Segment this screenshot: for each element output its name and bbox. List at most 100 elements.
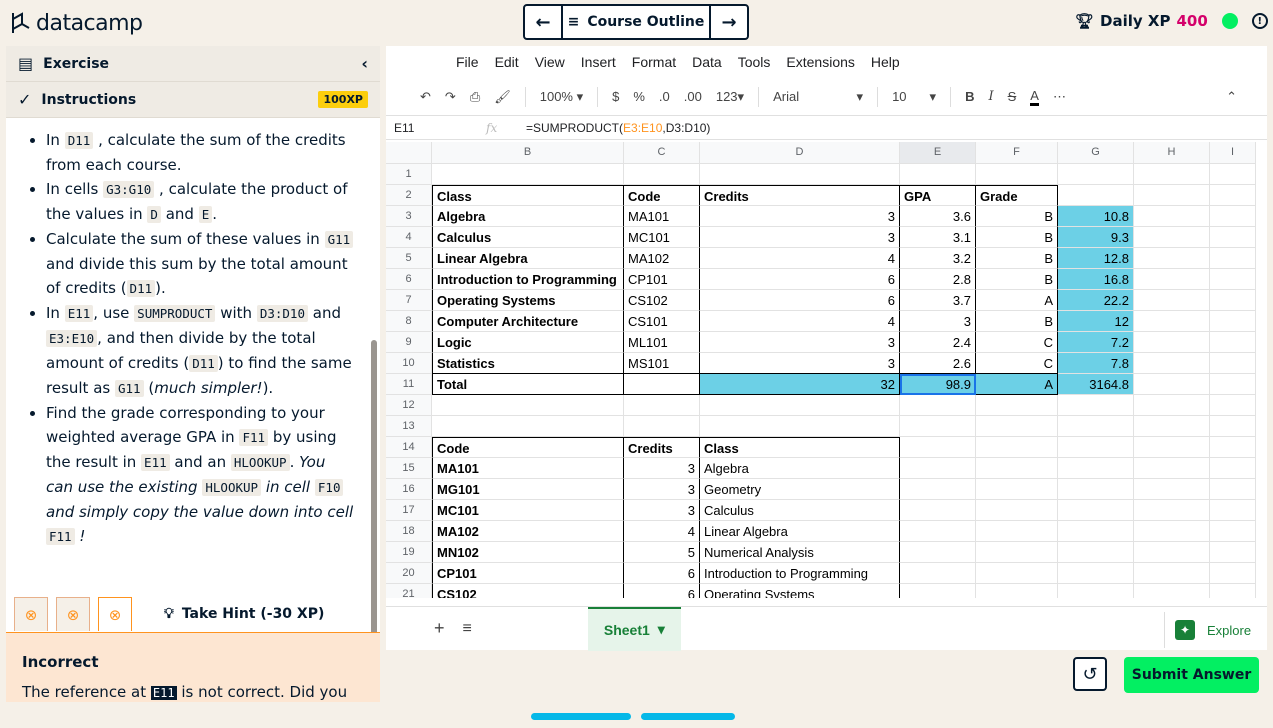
row-header[interactable]: 7 [386, 290, 432, 311]
grid-cell[interactable]: 7.2 [1058, 332, 1134, 353]
grid-cell[interactable]: Class [432, 185, 624, 206]
grid-cell[interactable] [624, 164, 700, 185]
grid-cell[interactable] [1058, 416, 1134, 437]
grid-cell[interactable]: 4 [624, 521, 700, 542]
grid-cell[interactable]: MN102 [432, 542, 624, 563]
corner-cell[interactable] [386, 142, 432, 164]
grid-cell[interactable] [976, 542, 1058, 563]
grid-cell[interactable]: 6 [700, 290, 900, 311]
grid-cell[interactable]: 12.8 [1058, 248, 1134, 269]
grid-cell[interactable] [976, 500, 1058, 521]
grid-cell[interactable]: 3 [700, 206, 900, 227]
row-header[interactable]: 16 [386, 479, 432, 500]
grid-cell[interactable]: MA101 [432, 458, 624, 479]
column-header[interactable]: C [624, 142, 700, 164]
grid-cell[interactable] [1134, 395, 1210, 416]
column-header[interactable]: I [1210, 142, 1256, 164]
exercise-header[interactable]: ▤ Exercise ‹ [6, 46, 380, 82]
grid-cell[interactable]: Computer Architecture [432, 311, 624, 332]
grid-cell[interactable] [432, 395, 624, 416]
grid-cell[interactable]: 3 [700, 332, 900, 353]
course-outline-button[interactable]: ≡ Course Outline [561, 6, 711, 38]
menu-item-extensions[interactable]: Extensions [786, 54, 854, 70]
grid-cell[interactable] [900, 458, 976, 479]
row-header[interactable]: 21 [386, 584, 432, 598]
row-header[interactable]: 1 [386, 164, 432, 185]
name-box[interactable]: E11 [386, 121, 486, 135]
grid-cell[interactable]: 3 [700, 353, 900, 374]
grid-cell[interactable]: A [976, 290, 1058, 311]
grid-cell[interactable] [1210, 542, 1256, 563]
grid-cell[interactable] [1210, 206, 1256, 227]
grid-cell[interactable] [1134, 206, 1210, 227]
grid-cell[interactable] [1210, 269, 1256, 290]
row-header[interactable]: 10 [386, 353, 432, 374]
row-header[interactable]: 11 [386, 374, 432, 395]
more-icon[interactable]: ⋯ [1053, 89, 1066, 105]
next-exercise-button[interactable]: → [711, 6, 747, 38]
grid-cell[interactable] [1134, 269, 1210, 290]
grid-cell[interactable] [1134, 458, 1210, 479]
grid-cell[interactable] [1134, 479, 1210, 500]
grid-cell[interactable]: Calculus [700, 500, 900, 521]
column-header[interactable]: E [900, 142, 976, 164]
italic-icon[interactable]: I [988, 89, 993, 104]
grid-cell[interactable] [1134, 311, 1210, 332]
grid-cell[interactable] [1134, 185, 1210, 206]
grid-cell[interactable] [976, 458, 1058, 479]
grid-cell[interactable] [1210, 521, 1256, 542]
grid-cell[interactable] [624, 395, 700, 416]
row-header[interactable]: 20 [386, 563, 432, 584]
collapse-toolbar-icon[interactable]: ⌃ [1226, 89, 1237, 105]
collapse-icon[interactable]: ‹ [361, 54, 368, 73]
menu-item-tools[interactable]: Tools [738, 54, 771, 70]
grid-cell[interactable]: C [976, 332, 1058, 353]
grid-cell[interactable] [976, 563, 1058, 584]
zoom-select[interactable]: 100% ▾ [540, 89, 583, 105]
menu-item-data[interactable]: Data [692, 54, 722, 70]
grid-cell[interactable] [1210, 437, 1256, 458]
grid-cell[interactable] [1058, 185, 1134, 206]
take-hint-button[interactable]: 💡︎ Take Hint (-30 XP) [164, 606, 324, 622]
grid-cell[interactable]: Introduction to Programming [700, 563, 900, 584]
grid-cell[interactable]: C [976, 353, 1058, 374]
grid-cell[interactable]: 3.2 [900, 248, 976, 269]
info-icon[interactable]: ! [1251, 13, 1268, 29]
grid-cell[interactable]: GPA [900, 185, 976, 206]
grid-cell[interactable] [1210, 416, 1256, 437]
decrease-decimal-button[interactable]: .0 [659, 89, 670, 104]
grid-cell[interactable]: 5 [624, 542, 700, 563]
grid-cell[interactable]: MA101 [624, 206, 700, 227]
grid-cell[interactable] [1210, 584, 1256, 598]
grid-cell[interactable]: 3 [700, 227, 900, 248]
grid-cell[interactable] [1134, 521, 1210, 542]
grid-cell[interactable]: Introduction to Programming [432, 269, 624, 290]
grid-cell[interactable]: Total [432, 374, 624, 395]
grid-cell[interactable]: Linear Algebra [700, 521, 900, 542]
grid-cell[interactable] [1134, 374, 1210, 395]
grid-cell[interactable] [700, 395, 900, 416]
grid-cell[interactable] [432, 164, 624, 185]
grid-cell[interactable] [1058, 458, 1134, 479]
datacamp-logo[interactable]: datacamp [10, 9, 143, 37]
grid-cell[interactable] [900, 479, 976, 500]
grid-cell[interactable]: 3 [624, 500, 700, 521]
grid-cell[interactable]: B [976, 269, 1058, 290]
explore-button[interactable]: ✦ Explore [1164, 612, 1267, 648]
grid-cell[interactable]: Operating Systems [432, 290, 624, 311]
grid-cell[interactable] [1210, 374, 1256, 395]
grid-cell[interactable] [1058, 584, 1134, 598]
grid-cell[interactable]: CS102 [432, 584, 624, 598]
tab-sheet1[interactable]: Sheet1 ▾ [587, 606, 681, 651]
grid-cell[interactable] [1210, 458, 1256, 479]
row-header[interactable]: 2 [386, 185, 432, 206]
grid-cell[interactable]: CP101 [624, 269, 700, 290]
grid-cell[interactable] [900, 164, 976, 185]
grid-cell[interactable]: CS102 [624, 290, 700, 311]
grid-cell[interactable] [1210, 248, 1256, 269]
grid-cell[interactable] [1210, 227, 1256, 248]
grid-cell[interactable]: MC101 [432, 500, 624, 521]
grid-cell[interactable] [1134, 542, 1210, 563]
grid-cell[interactable] [700, 164, 900, 185]
grid-cell[interactable] [1058, 542, 1134, 563]
